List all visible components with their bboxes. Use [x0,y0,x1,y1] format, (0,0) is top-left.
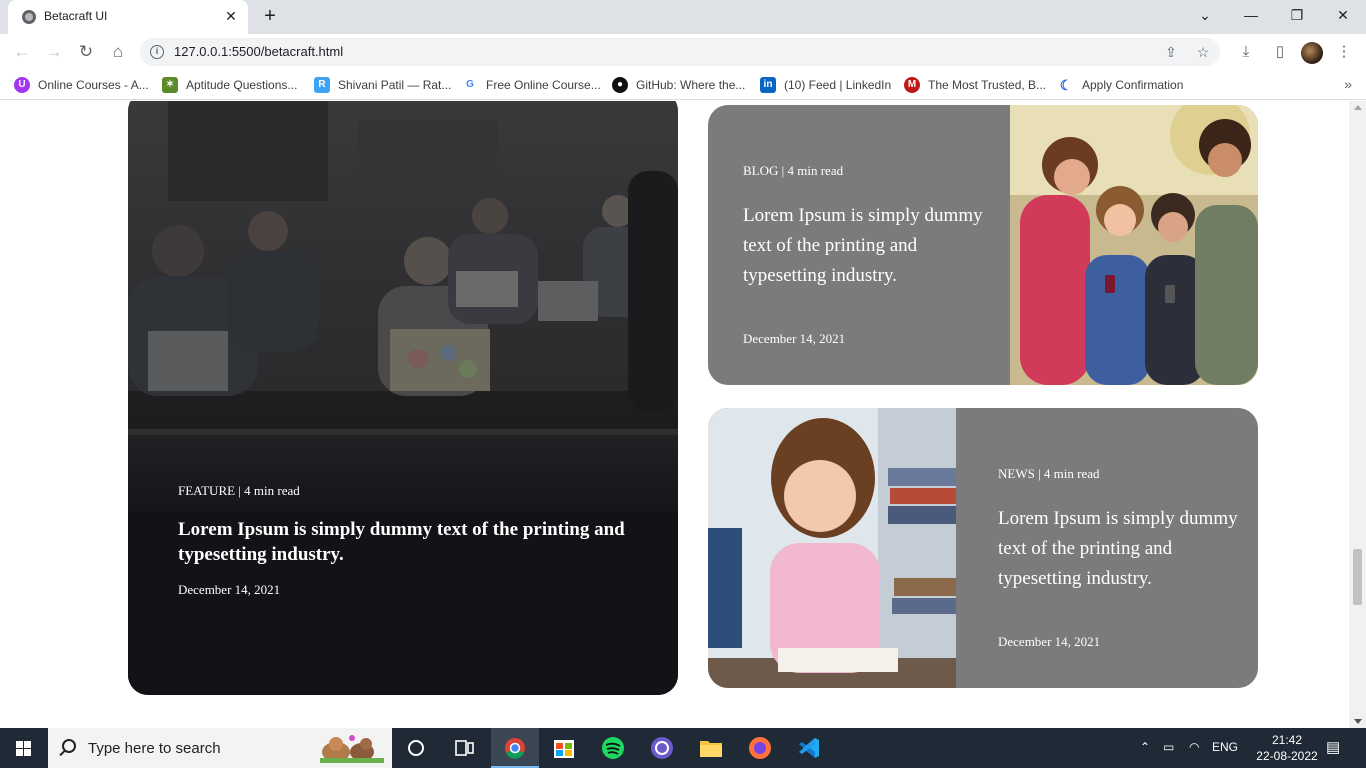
feature-headline[interactable]: Lorem Ipsum is simply dummy text of the … [178,517,658,567]
google-icon: G [462,77,478,93]
profile-avatar[interactable] [1301,42,1323,64]
bookmark-item[interactable]: M The Most Trusted, B... [904,76,1046,94]
mcafee-icon: M [904,77,920,93]
bookmark-label: Free Online Course... [486,78,601,92]
page-scrollbar[interactable] [1349,101,1366,728]
udemy-icon: U [14,77,30,93]
news-date: December 14, 2021 [998,634,1101,649]
bookmark-label: Apply Confirmation [1082,78,1184,92]
search-highlight-doodle [320,735,384,763]
tab-title: Betacraft UI [44,9,108,23]
girl-reading-photo [708,408,956,688]
bookmark-label: Online Courses - A... [38,78,149,92]
more-bookmarks-icon[interactable]: » [1344,76,1352,92]
wifi-icon[interactable]: ◠ [1189,740,1199,754]
search-icon [62,739,76,753]
forward-icon[interactable]: → [42,40,66,64]
restore-button[interactable]: ❐ [1274,0,1320,30]
bookmark-item[interactable]: ● GitHub: Where the... [612,76,745,94]
blog-card[interactable]: BLOG | 4 min read Lorem Ipsum is simply … [708,105,1258,385]
tab-search-icon[interactable]: ⌄ [1182,0,1228,30]
notifications-icon[interactable]: ▤ [1326,738,1340,756]
page-viewport: FEATURE | 4 min read Lorem Ipsum is simp… [0,101,1366,728]
system-clock[interactable]: 21:42 22-08-2022 [1252,732,1322,764]
chrome-icon[interactable] [491,728,539,768]
bookmark-label: GitHub: Where the... [636,78,746,92]
news-content: NEWS | 4 min read Lorem Ipsum is simply … [998,466,1238,650]
taskbar: Type here to search ⌃ ▭ ◠ ENG 21:42 22-0… [0,728,1366,768]
language-indicator[interactable]: ENG [1212,740,1238,754]
bookmark-label: The Most Trusted, B... [928,78,1047,92]
bookmark-item[interactable]: ☾ Apply Confirmation [1058,76,1183,94]
scroll-up-icon[interactable] [1354,105,1362,110]
url-text[interactable]: 127.0.0.1:5500/betacraft.html [174,44,343,59]
address-bar[interactable]: i 127.0.0.1:5500/betacraft.html ⇪ ☆ [140,38,1220,66]
ratings-icon: R [314,77,330,93]
home-icon[interactable]: ⌂ [106,40,130,64]
github-icon: ● [612,77,628,93]
clock-date: 22-08-2022 [1256,749,1318,763]
feature-card[interactable]: FEATURE | 4 min read Lorem Ipsum is simp… [128,101,678,695]
file-explorer-icon[interactable] [687,728,735,768]
news-meta: NEWS | 4 min read [998,466,1100,481]
close-window-button[interactable]: ✕ [1320,0,1366,30]
blog-content: BLOG | 4 min read Lorem Ipsum is simply … [743,163,993,347]
vscode-icon[interactable] [785,728,833,768]
browser-tab[interactable]: Betacraft UI ✕ [8,0,248,34]
site-info-icon[interactable]: i [150,45,164,59]
firefox-icon[interactable] [736,728,784,768]
new-tab-button[interactable]: + [258,5,282,29]
scrollbar-thumb[interactable] [1353,549,1362,605]
confirmation-icon: ☾ [1058,77,1074,93]
students-phones-photo [1010,105,1258,385]
news-headline[interactable]: Lorem Ipsum is simply dummy text of the … [998,504,1238,594]
scroll-down-icon[interactable] [1354,719,1362,724]
bookmarks-bar: U Online Courses - A... ✶ Aptitude Quest… [0,70,1366,100]
taskbar-search[interactable]: Type here to search [48,728,392,768]
spotify-icon[interactable] [589,728,637,768]
bookmark-item[interactable]: ✶ Aptitude Questions... [162,76,297,94]
feature-date: December 14, 2021 [178,582,281,597]
bookmark-star-icon[interactable]: ☆ [1194,43,1212,61]
share-icon[interactable]: ⇪ [1162,43,1180,61]
minimize-button[interactable]: — [1228,0,1274,30]
news-card[interactable]: NEWS | 4 min read Lorem Ipsum is simply … [708,408,1258,688]
tray-chevron-icon[interactable]: ⌃ [1140,740,1150,754]
clock-time: 21:42 [1271,733,1303,747]
feature-content: FEATURE | 4 min read Lorem Ipsum is simp… [178,483,658,598]
bookmark-item[interactable]: in (10) Feed | LinkedIn [760,76,891,94]
bookmark-item[interactable]: R Shivani Patil — Rat... [314,76,451,94]
search-placeholder[interactable]: Type here to search [88,740,221,757]
microsoft-store-icon[interactable] [540,728,588,768]
side-panel-icon[interactable]: ▯ [1270,42,1290,62]
bookmark-label: Aptitude Questions... [186,78,298,92]
blog-meta: BLOG | 4 min read [743,163,844,178]
bookmark-item[interactable]: G Free Online Course... [462,76,601,94]
task-view-icon[interactable] [440,728,488,768]
windows-start-icon[interactable] [0,728,48,768]
globe-icon [22,10,36,24]
download-icon[interactable]: ⤓ [1236,42,1256,62]
back-icon[interactable]: ← [10,40,34,64]
battery-icon[interactable]: ▭ [1163,740,1174,754]
indiabix-icon: ✶ [162,77,178,93]
linkedin-icon: in [760,77,776,93]
menu-icon[interactable]: ⋮ [1334,42,1354,62]
bookmark-item[interactable]: U Online Courses - A... [14,76,149,94]
app-swirl-icon[interactable] [638,728,686,768]
feature-meta: FEATURE | 4 min read [178,483,300,498]
browser-toolbar: ← → ↻ ⌂ i 127.0.0.1:5500/betacraft.html … [0,34,1366,70]
reload-icon[interactable]: ↻ [74,40,98,64]
close-tab-icon[interactable]: ✕ [222,7,240,25]
bookmark-label: Shivani Patil — Rat... [338,78,452,92]
cortana-icon[interactable] [392,728,440,768]
blog-date: December 14, 2021 [743,331,846,346]
tab-strip: Betacraft UI ✕ + ⌄ — ❐ ✕ [0,0,1366,34]
bookmark-label: (10) Feed | LinkedIn [784,78,892,92]
blog-headline[interactable]: Lorem Ipsum is simply dummy text of the … [743,201,993,291]
